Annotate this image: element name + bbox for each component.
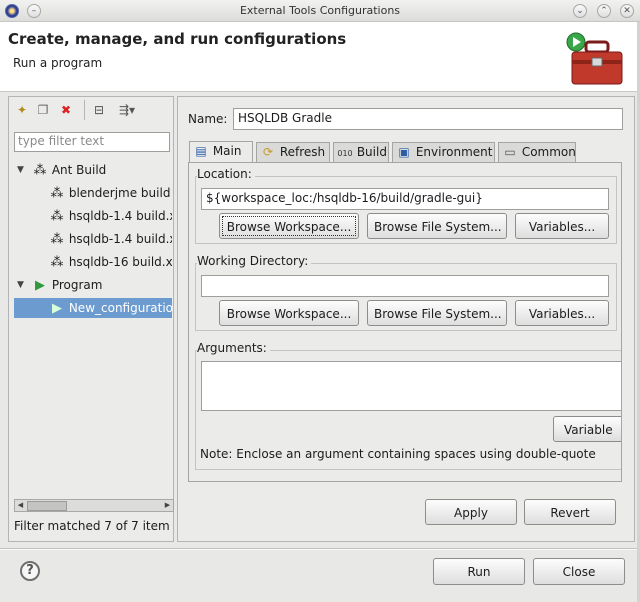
scrollbar-thumb[interactable]	[27, 501, 67, 511]
toolbox-icon	[566, 32, 623, 85]
tree-item-label: blenderjme build	[68, 186, 171, 200]
working-directory-input[interactable]	[201, 275, 609, 297]
tree-item-label: hsqldb-1.4 build.x	[68, 209, 172, 223]
ant-icon: ⁂	[50, 209, 64, 224]
tree-horizontal-scrollbar[interactable]: ◀ ▶	[14, 499, 174, 512]
tree-item-label: New_configuratio	[68, 301, 172, 315]
tree-item-hsqldb-14-b[interactable]: ⁂ hsqldb-1.4 build.x	[14, 229, 173, 249]
location-variables-button[interactable]: Variables...	[515, 213, 609, 239]
refresh-icon: ⟳	[262, 145, 274, 159]
scroll-left-icon[interactable]: ◀	[15, 500, 26, 511]
tab-build[interactable]: 010 Build	[333, 142, 389, 162]
location-input[interactable]: ${workspace_loc:/hsqldb-16/build/gradle-…	[201, 188, 609, 210]
program-config-icon: ▶	[52, 301, 62, 316]
location-label: Location:	[197, 167, 255, 181]
build-icon: 010	[337, 149, 353, 158]
footer-separator	[0, 548, 640, 550]
tab-common[interactable]: ▭ Common	[498, 142, 576, 162]
filter-status-text: Filter matched 7 of 7 item	[14, 519, 170, 533]
tree-item-program[interactable]: ▼ ▶ Program	[14, 275, 172, 295]
arguments-variables-button[interactable]: Variable	[553, 416, 621, 442]
help-icon[interactable]: ?	[20, 561, 40, 581]
expand-arrow-icon[interactable]: ▼	[17, 160, 24, 180]
window-title: External Tools Configurations	[239, 4, 401, 17]
environment-icon: ▣	[398, 145, 410, 159]
tree-item-new-configuration[interactable]: ▶ New_configuratio	[14, 298, 172, 318]
tree-item-label: Program	[51, 278, 103, 292]
ant-icon: ⁂	[50, 255, 64, 270]
dialog-header: Create, manage, and run configurations R…	[0, 22, 640, 92]
program-icon: ▶	[35, 278, 45, 293]
ant-icon: ⁂	[50, 186, 64, 201]
tab-main[interactable]: ▤ Main	[189, 141, 253, 163]
arguments-textarea[interactable]	[201, 361, 621, 411]
main-tab-icon: ▤	[195, 144, 207, 158]
tree-item-hsqldb-16[interactable]: ⁂ hsqldb-16 build.x	[14, 252, 173, 272]
main-tab-content: Location: ${workspace_loc:/hsqldb-16/bui…	[188, 162, 622, 482]
arguments-label: Arguments:	[197, 341, 270, 355]
name-input[interactable]: HSQLDB Gradle	[233, 108, 623, 130]
filter-input[interactable]: type filter text	[14, 132, 170, 152]
filter-menu-icon[interactable]: ⇶▾	[113, 101, 141, 119]
arguments-note: Note: Enclose an argument containing spa…	[200, 447, 596, 461]
tree-item-label: hsqldb-16 build.x	[68, 255, 172, 269]
tree-item-ant-build[interactable]: ▼ ⁂ Ant Build	[14, 160, 172, 180]
scroll-right-icon[interactable]: ▶	[162, 500, 173, 511]
ant-icon: ⁂	[33, 163, 47, 178]
apply-button[interactable]: Apply	[425, 499, 517, 525]
window-title-bar[interactable]: – External Tools Configurations ⌄ ⌃ ✕	[0, 0, 640, 22]
configuration-editor-panel: Name: HSQLDB Gradle ▤ Main ⟳ Refresh 010…	[177, 96, 635, 542]
tab-refresh[interactable]: ⟳ Refresh	[256, 142, 330, 162]
working-directory-browse-workspace-button[interactable]: Browse Workspace...	[219, 300, 359, 326]
name-label: Name:	[188, 112, 228, 126]
revert-button[interactable]: Revert	[524, 499, 616, 525]
minimize-button[interactable]: ⌄	[573, 4, 587, 18]
configuration-tree-panel: ✦ ❐ ✖ ⊟ ⇶▾ type filter text ▼ ⁂ Ant Buil…	[8, 96, 174, 542]
toolbar-divider	[84, 100, 85, 120]
tab-environment[interactable]: ▣ Environment	[392, 142, 495, 162]
dialog-title: Create, manage, and run configurations	[8, 30, 347, 48]
tree-item-label: Ant Build	[51, 163, 107, 177]
maximize-button[interactable]: ⌃	[597, 4, 611, 18]
ant-icon: ⁂	[50, 232, 64, 247]
tree-item-hsqldb-14-a[interactable]: ⁂ hsqldb-1.4 build.x	[14, 206, 173, 226]
working-directory-browse-file-system-button[interactable]: Browse File System...	[367, 300, 507, 326]
close-button[interactable]: Close	[533, 558, 625, 585]
collapse-all-icon[interactable]: ⊟	[90, 101, 108, 119]
tree-item-blenderjme[interactable]: ⁂ blenderjme build	[14, 183, 172, 203]
dialog-subtitle: Run a program	[13, 56, 103, 70]
location-browse-workspace-button[interactable]: Browse Workspace...	[219, 213, 359, 239]
expand-arrow-icon[interactable]: ▼	[17, 275, 24, 295]
close-window-button[interactable]: ✕	[620, 4, 634, 18]
new-configuration-icon[interactable]: ✦	[13, 101, 31, 119]
tree-item-label: hsqldb-1.4 build.x	[68, 232, 172, 246]
working-directory-variables-button[interactable]: Variables...	[515, 300, 609, 326]
duplicate-icon[interactable]: ❐	[34, 101, 52, 119]
common-icon: ▭	[504, 145, 516, 159]
location-browse-file-system-button[interactable]: Browse File System...	[367, 213, 507, 239]
run-button[interactable]: Run	[433, 558, 525, 585]
delete-icon[interactable]: ✖	[57, 101, 75, 119]
working-directory-label: Working Directory:	[197, 254, 312, 268]
